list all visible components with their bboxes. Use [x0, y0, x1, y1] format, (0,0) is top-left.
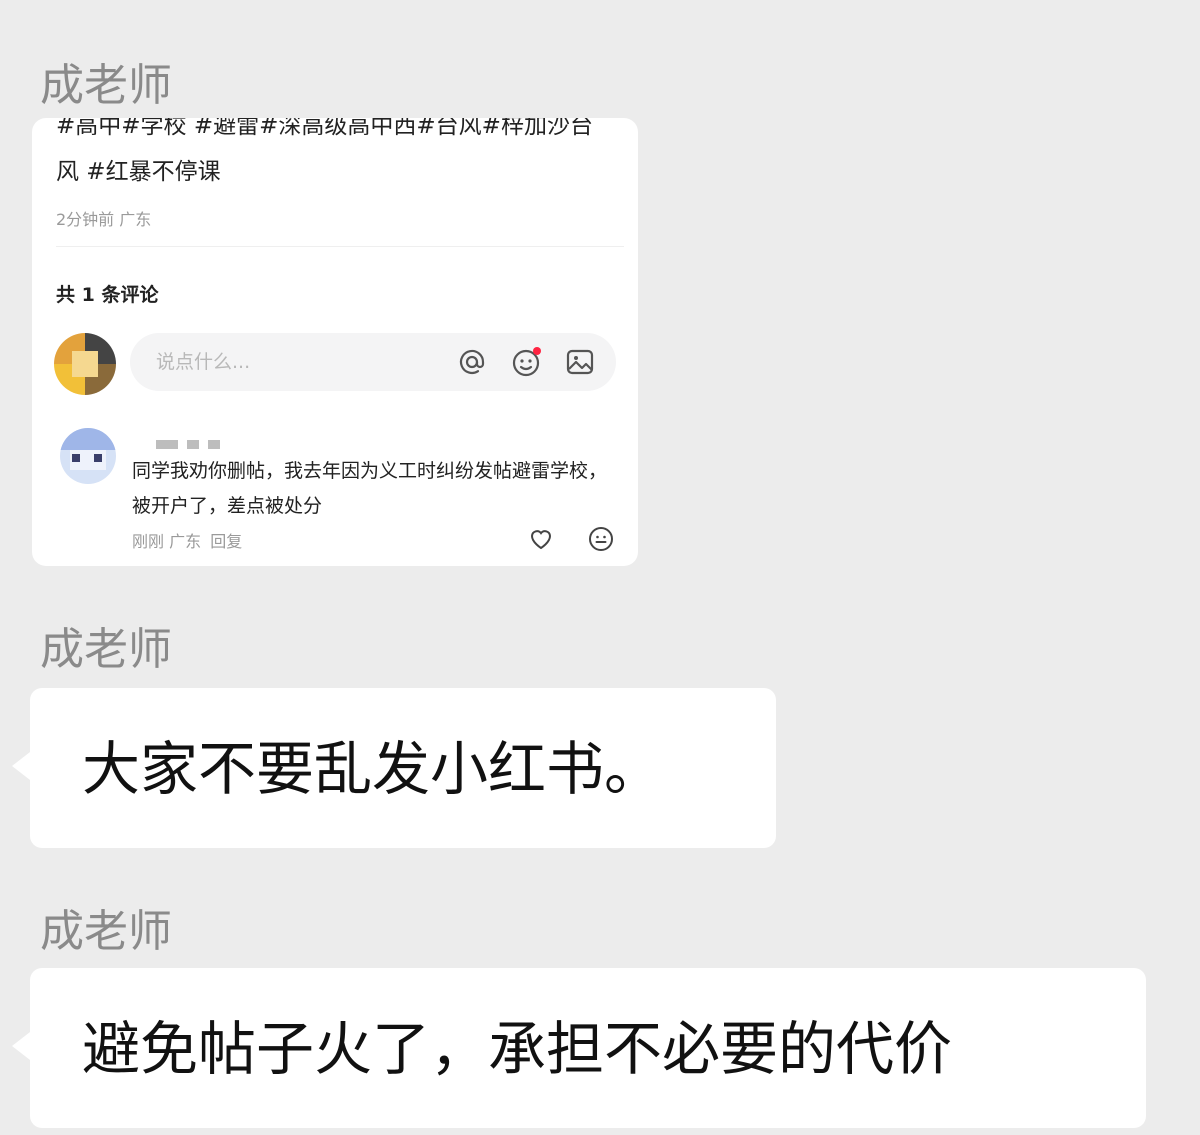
emoji-icon[interactable]	[510, 346, 542, 378]
face-icon[interactable]	[588, 526, 614, 552]
comment-input[interactable]	[154, 345, 438, 379]
heart-icon[interactable]	[528, 526, 554, 552]
post-time: 2分钟前	[56, 210, 115, 229]
comment-text: 同学我劝你删帖，我去年因为义工时纠纷发帖避雷学校，被开户了，差点被处分	[132, 460, 608, 517]
comment-count: 共 1 条评论	[56, 284, 159, 306]
comment-input-box[interactable]	[130, 333, 616, 391]
message-bubble[interactable]: 避免帖子火了，承担不必要的代价	[12, 968, 1146, 1128]
post-tags-partial: #高中#学校 #避雷#深高级高中西#台风#梓加沙台	[56, 118, 593, 139]
post-tags: 风 #红暴不停课	[56, 159, 221, 185]
avatar	[54, 333, 116, 395]
post-meta: 2分钟前 广东	[56, 206, 151, 230]
at-icon[interactable]	[456, 346, 488, 378]
comment-location: 广东	[169, 532, 202, 551]
reply-link[interactable]: 回复	[210, 532, 242, 551]
commenter-name-redacted	[156, 434, 229, 453]
sender-name: 成老师	[40, 906, 172, 957]
message-text: 大家不要乱发小红书。	[82, 735, 663, 803]
comment-meta: 刚刚 广东 回复	[132, 528, 242, 552]
commenter-avatar	[60, 428, 116, 484]
image-icon[interactable]	[564, 346, 596, 378]
shared-post-card[interactable]: #高中#学校 #避雷#深高级高中西#台风#梓加沙台 风 #红暴不停课 2分钟前 …	[32, 118, 638, 566]
notification-dot	[533, 347, 541, 355]
sender-name: 成老师	[40, 624, 172, 675]
message-bubble[interactable]: 大家不要乱发小红书。	[12, 688, 776, 848]
sender-name: 成老师	[40, 60, 172, 111]
post-location: 广东	[119, 210, 152, 229]
divider	[56, 246, 624, 247]
message-text: 避免帖子火了，承担不必要的代价	[82, 1015, 953, 1083]
comment-time: 刚刚	[132, 532, 165, 551]
